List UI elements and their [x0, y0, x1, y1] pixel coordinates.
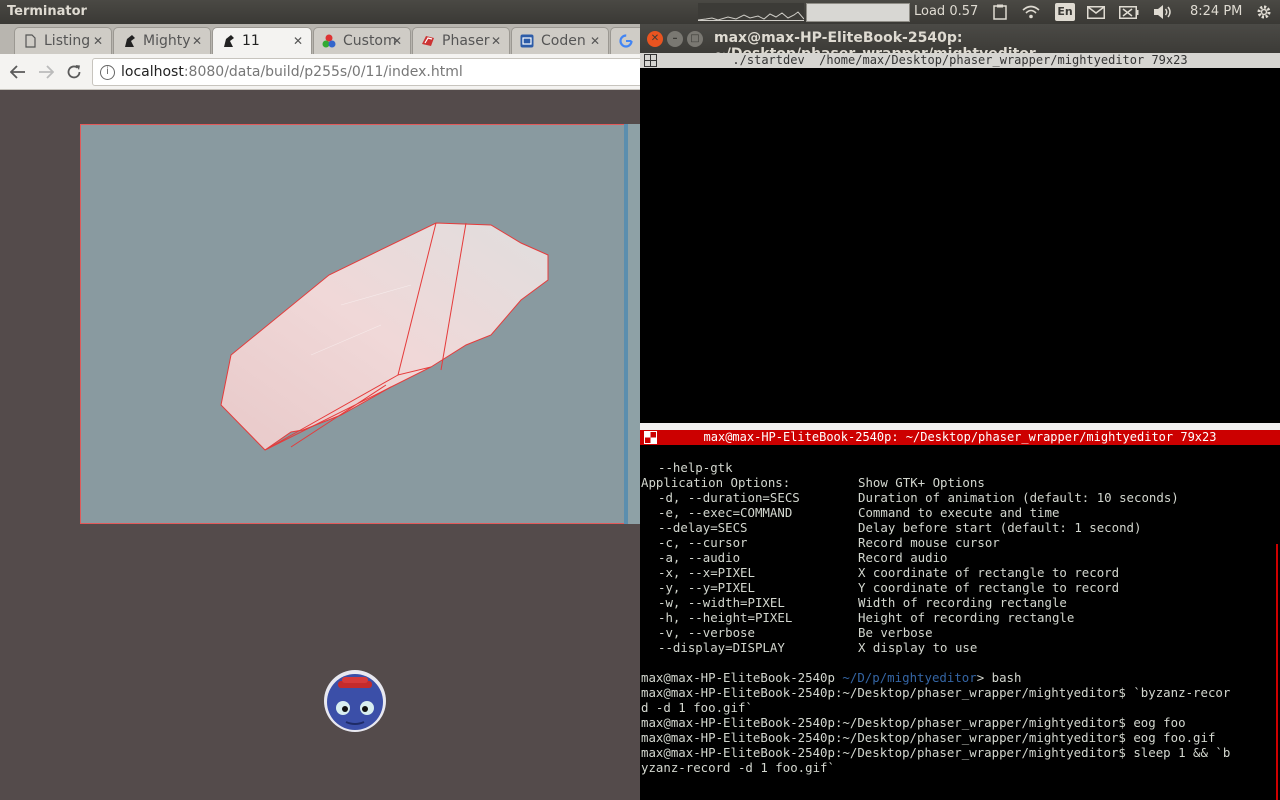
tab-listing[interactable]: Listing ✕	[14, 27, 112, 54]
history-line: d -d 1 foo.gif`	[641, 700, 753, 715]
terminal-line: Application Options:	[641, 475, 791, 490]
terminal-pane-bottom[interactable]: --help-gtk Show GTK+ Options Application…	[640, 445, 1280, 800]
browser-toolbar: i localhost:8080/data/build/p255s/0/11/i…	[0, 54, 640, 90]
option-desc: Duration of animation (default: 10 secon…	[858, 490, 1179, 505]
history-line: max@max-HP-EliteBook-2540p:~/Desktop/pha…	[641, 715, 1186, 730]
terminal-pane-top[interactable]	[640, 68, 1280, 423]
volume-icon[interactable]	[1152, 3, 1174, 21]
browser-window: Listing ✕ Mighty ✕ 11 ✕ Custom ✕ Phaser …	[0, 24, 640, 800]
forward-arrow-icon[interactable]	[35, 61, 57, 83]
pane-title: ./startdev /home/max/Desktop/phaser_wrap…	[732, 53, 1188, 67]
close-icon[interactable]: ✕	[491, 34, 501, 48]
mightyeditor-icon	[221, 34, 235, 48]
option-desc: X display to use	[858, 640, 978, 655]
option-flag: -x, --x=PIXEL	[658, 565, 755, 580]
option-flag: --display=DISPLAY	[658, 640, 785, 655]
mightyeditor-icon	[122, 34, 136, 48]
history-line: max@max-HP-EliteBook-2540p:~/Desktop/pha…	[641, 685, 1231, 700]
clock[interactable]: 8:24 PM	[1190, 4, 1242, 19]
option-desc: Delay before start (default: 1 second)	[858, 520, 1142, 535]
top-panel: Terminator Load 0.57 En 8:24 PM	[0, 0, 1280, 24]
option-desc: Width of recording rectangle	[858, 595, 1067, 610]
option-desc: Y coordinate of rectangle to record	[858, 580, 1120, 595]
crystal-sprite	[220, 222, 549, 451]
close-icon[interactable]: ✕	[293, 34, 303, 48]
tab-coden[interactable]: Coden ✕	[511, 27, 609, 54]
option-flag: -a, --audio	[658, 550, 741, 565]
close-icon[interactable]: ✕	[392, 34, 402, 48]
option-desc: Show GTK+ Options	[858, 475, 985, 490]
pane-title: max@max-HP-EliteBook-2540p: ~/Desktop/ph…	[703, 430, 1217, 444]
keyboard-layout-indicator[interactable]: En	[1055, 3, 1075, 21]
prompt-command: > bash	[976, 670, 1022, 685]
clipboard-icon[interactable]	[990, 3, 1010, 21]
maximize-window-icon[interactable]: □	[687, 31, 703, 47]
fish-prompt-line: max@max-HP-EliteBook-2540p ~/D/p/mightye…	[641, 670, 1021, 685]
option-desc: Height of recording rectangle	[858, 610, 1075, 625]
mightyeditor-mascot-icon[interactable]	[322, 664, 388, 734]
tab-google[interactable]	[610, 27, 640, 54]
option-desc: Command to execute and time	[858, 505, 1060, 520]
system-monitor-box	[806, 3, 910, 22]
pane-titlebar-bottom[interactable]: max@max-HP-EliteBook-2540p: ~/Desktop/ph…	[640, 430, 1280, 445]
terminal-line: --help-gtk Show GTK+ Options	[641, 445, 985, 490]
url-path: :8080/data/build/p255s/0/11/index.html	[183, 64, 463, 80]
history-line: yzanz-record -d 1 foo.gif`	[641, 760, 835, 775]
option-flag: -e, --exec=COMMAND	[658, 505, 793, 520]
option-flag: -h, --height=PIXEL	[658, 610, 793, 625]
option-flag: -c, --cursor	[658, 535, 748, 550]
option-flag: -w, --width=PIXEL	[658, 595, 785, 610]
tab-11[interactable]: 11 ✕	[212, 27, 312, 54]
pane-splitter[interactable]	[640, 423, 1280, 430]
option-flag: --help-gtk	[658, 460, 733, 475]
page-icon	[23, 34, 37, 48]
url-host: localhost	[121, 64, 184, 80]
back-arrow-icon[interactable]	[7, 61, 29, 83]
terminal-window: ✕ – □ max@max-HP-EliteBook-2540p: ~/Desk…	[640, 24, 1280, 800]
close-icon[interactable]: ✕	[192, 34, 202, 48]
canvas-edge-strip	[628, 124, 640, 524]
tab-custom[interactable]: Custom ✕	[313, 27, 411, 54]
reload-icon[interactable]	[63, 61, 85, 83]
colorful-icon	[322, 34, 336, 48]
history-line: max@max-HP-EliteBook-2540p:~/Desktop/pha…	[641, 745, 1231, 760]
address-bar[interactable]: i localhost:8080/data/build/p255s/0/11/i…	[92, 58, 640, 86]
minimize-window-icon[interactable]: –	[667, 31, 683, 47]
tab-phaser[interactable]: Phaser ✕	[412, 27, 510, 54]
google-icon	[619, 34, 633, 48]
codepen-icon	[520, 34, 534, 48]
close-window-icon[interactable]: ✕	[647, 31, 663, 47]
load-indicator[interactable]: Load 0.57	[914, 4, 978, 19]
option-desc: Record audio	[858, 550, 948, 565]
close-icon[interactable]: ✕	[590, 34, 600, 48]
game-canvas[interactable]	[80, 124, 640, 524]
battery-icon[interactable]	[1118, 3, 1140, 21]
prompt-host: max@max-HP-EliteBook-2540p	[641, 670, 835, 685]
tab-strip: Listing ✕ Mighty ✕ 11 ✕ Custom ✕ Phaser …	[0, 24, 640, 54]
option-desc: Be verbose	[858, 625, 933, 640]
settings-gear-icon[interactable]	[1254, 3, 1274, 21]
pane-titlebar-top[interactable]: ./startdev /home/max/Desktop/phaser_wrap…	[640, 53, 1280, 68]
prompt-path: ~/D/p/mightyeditor	[834, 670, 977, 685]
close-icon[interactable]: ✕	[93, 34, 103, 48]
option-flag: -v, --verbose	[658, 625, 755, 640]
scrollbar[interactable]	[1276, 544, 1278, 800]
option-flag: --delay=SECS	[658, 520, 748, 535]
info-icon[interactable]: i	[100, 65, 115, 80]
history-line: max@max-HP-EliteBook-2540p:~/Desktop/pha…	[641, 730, 1216, 745]
system-monitor-graph[interactable]	[698, 3, 804, 21]
option-desc: X coordinate of rectangle to record	[858, 565, 1120, 580]
option-flag: -d, --duration=SECS	[658, 490, 800, 505]
tab-mighty[interactable]: Mighty ✕	[113, 27, 211, 54]
active-app-title: Terminator	[7, 4, 87, 19]
terminal-titlebar[interactable]: ✕ – □ max@max-HP-EliteBook-2540p: ~/Desk…	[640, 24, 1280, 62]
mail-icon[interactable]	[1086, 3, 1106, 21]
wifi-icon[interactable]	[1020, 3, 1042, 21]
option-flag: -y, --y=PIXEL	[658, 580, 755, 595]
option-desc: Record mouse cursor	[858, 535, 1000, 550]
phaser-icon	[421, 34, 435, 48]
